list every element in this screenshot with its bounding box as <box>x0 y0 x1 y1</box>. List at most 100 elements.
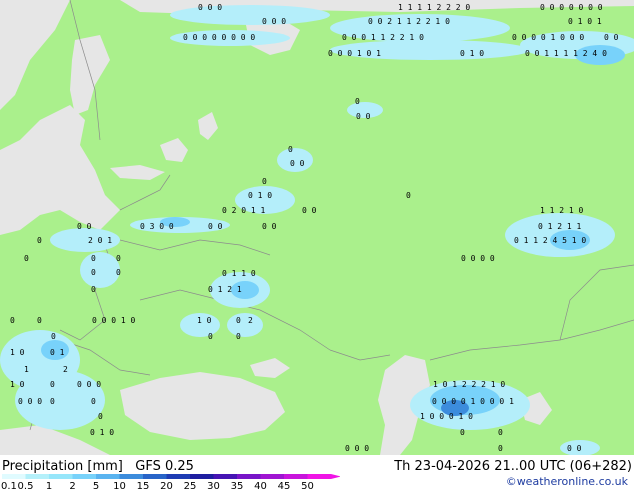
precip-value-label: 2 <box>63 365 68 374</box>
legend-run-time: Th 23-04-2026 21..00 UTC (06+282) <box>394 459 632 474</box>
precip-value-label: 0 <box>288 145 293 154</box>
color-scale-tick-label: 30 <box>207 481 220 490</box>
color-scale-swatch <box>237 474 261 479</box>
precip-value-label: 0 0 0 <box>18 397 42 406</box>
color-scale-arrow <box>331 474 340 479</box>
precipitation-map: 0 0 01 1 1 1 2 2 2 00 0 0 0 0 0 00 0 00 … <box>0 0 634 455</box>
precip-value-label: 0 <box>50 380 55 389</box>
color-scale-swatch <box>2 474 26 479</box>
color-scale: 0.1 0.5 1 2 5 10 15 20 25 30 35 40 45 50 <box>1 474 340 490</box>
precip-value-label: 0 <box>262 177 267 186</box>
color-scale-swatch <box>284 474 308 479</box>
precip-value-label: 0 1 0 1 <box>568 17 602 26</box>
precip-value-label: 1 0 <box>197 316 212 325</box>
color-scale-swatch <box>190 474 214 479</box>
precip-value-label: 1 1 1 1 2 2 2 0 <box>398 3 470 12</box>
precip-value-label: 0 0 0 1 0 <box>92 316 136 325</box>
precip-value-label: 0 0 1 1 1 1 2 4 0 <box>525 49 607 58</box>
precip-value-label: 0 0 0 0 1 0 0 0 <box>512 33 584 42</box>
precip-value-label: 0 1 0 <box>248 191 272 200</box>
precip-value-label: 0 <box>498 444 503 453</box>
precip-value-label: 0 <box>236 332 241 341</box>
color-scale-swatch <box>119 474 143 479</box>
color-scale-tick-label: 0.1 <box>1 481 17 490</box>
color-scale-tick-label: 45 <box>278 481 291 490</box>
color-scale-tick-label: 1 <box>46 481 52 490</box>
color-scale-swatch <box>143 474 167 479</box>
precip-value-label: 0 0 0 <box>77 380 101 389</box>
color-scale-swatch <box>166 474 190 479</box>
precip-value-label: 0 0 0 0 1 0 0 0 1 <box>432 397 514 406</box>
precip-value-label: 0 0 <box>77 222 92 231</box>
precip-value-label: 0 0 <box>302 206 317 215</box>
precip-value-label: 0 <box>116 268 121 277</box>
precip-value-label: 2 0 1 <box>88 236 112 245</box>
color-scale-tick-label: 10 <box>113 481 126 490</box>
precip-value-label: 0 1 2 1 <box>208 285 242 294</box>
precip-value-label: 0 <box>91 397 96 406</box>
precip-value-label: 0 3 0 0 <box>140 222 174 231</box>
precip-value-label: 1 0 0 0 1 0 <box>420 412 473 421</box>
color-scale-tick-label: 20 <box>160 481 173 490</box>
precip-value-label: 0 <box>116 254 121 263</box>
precip-value-label: 1 0 <box>10 348 25 357</box>
precip-value-label: 0 <box>51 332 56 341</box>
color-scale-swatch <box>72 474 96 479</box>
forecast-map-view: 0 0 01 1 1 1 2 2 2 00 0 0 0 0 0 00 0 00 … <box>0 0 634 490</box>
precip-value-label: 0 0 <box>208 222 223 231</box>
precip-value-label: 0 2 0 1 1 <box>222 206 266 215</box>
precip-value-label: 0 1 <box>50 348 65 357</box>
precip-value-label: 0 <box>37 236 42 245</box>
precip-value-label: 0 0 0 <box>262 17 286 26</box>
color-scale-tick-label: 0.5 <box>18 481 34 490</box>
color-scale-tick-label: 5 <box>93 481 99 490</box>
color-scale-tick-label: 2 <box>69 481 75 490</box>
precip-value-label: 2 <box>248 316 253 325</box>
precip-value-label: 0 1 2 1 1 <box>538 222 582 231</box>
precip-value-label: 1 0 <box>10 380 25 389</box>
precip-value-label: 1 1 2 1 0 <box>540 206 584 215</box>
legend-model: GFS 0.25 <box>135 459 194 474</box>
color-scale-swatch <box>96 474 120 479</box>
precip-value-label: 0 1 0 <box>90 428 114 437</box>
precip-value-label: 0 <box>460 428 465 437</box>
color-scale-swatch <box>25 474 49 479</box>
precip-value-label: 0 <box>406 191 411 200</box>
precip-value-label: 0 1 1 0 <box>222 269 256 278</box>
precip-value-label: 0 <box>91 285 96 294</box>
color-scale-swatch <box>260 474 284 479</box>
precip-value-label: 0 <box>91 254 96 263</box>
precip-value-label: 0 0 <box>290 159 305 168</box>
precip-value-label: 0 1 1 2 4 5 1 0 <box>514 236 586 245</box>
precip-value-label: 0 <box>355 97 360 106</box>
legend-variable: Precipitation [mm] <box>2 459 123 474</box>
color-scale-tick-label: 35 <box>231 481 244 490</box>
precip-value-label: 0 0 <box>262 222 277 231</box>
precip-value-label: 0 <box>10 316 15 325</box>
precip-value-label: 0 0 0 1 0 1 <box>328 49 381 58</box>
precip-value-label: 0 0 0 0 0 0 0 0 <box>183 33 255 42</box>
precip-value-label: 0 <box>208 332 213 341</box>
color-scale-tick-label: 15 <box>137 481 150 490</box>
precip-value-label: 0 0 <box>604 33 619 42</box>
color-scale-tick-label: 40 <box>254 481 267 490</box>
precip-value-label: 0 0 0 <box>198 3 222 12</box>
precip-value-label: 0 0 2 1 1 2 2 1 0 <box>368 17 450 26</box>
color-scale-tick-label: 25 <box>184 481 197 490</box>
precip-value-label: 0 <box>50 397 55 406</box>
precip-value-label: 0 <box>37 316 42 325</box>
color-scale-swatches <box>2 474 340 479</box>
precip-value-label: 0 0 <box>356 112 371 121</box>
precip-value-label: 0 0 0 0 <box>461 254 495 263</box>
precip-value-label: 0 0 0 0 0 0 0 <box>540 3 603 12</box>
precip-value-label: 0 <box>498 428 503 437</box>
precip-value-label: 0 1 0 <box>460 49 484 58</box>
color-scale-swatch <box>213 474 237 479</box>
precip-value-label: 0 <box>91 268 96 277</box>
precip-value-label: 0 <box>98 412 103 421</box>
copyright-link[interactable]: ©weatheronline.co.uk <box>506 475 628 488</box>
precip-value-label: 0 0 0 1 1 2 2 1 0 <box>342 33 424 42</box>
precip-value-label: 0 <box>236 316 241 325</box>
precip-value-label: 0 0 <box>567 444 582 453</box>
legend-title: Precipitation [mm] GFS 0.25 <box>2 459 194 474</box>
